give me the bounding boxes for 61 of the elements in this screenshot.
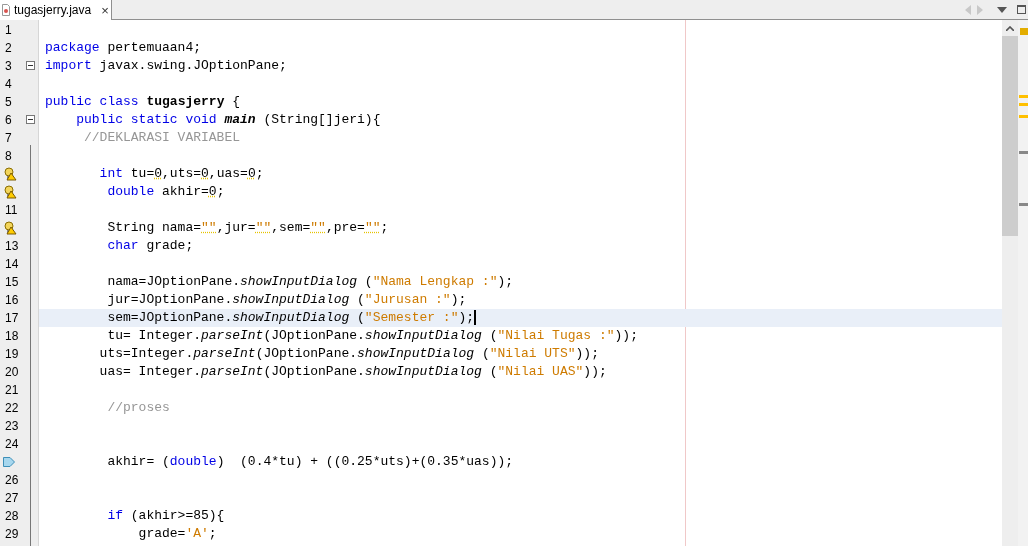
line-number: 3	[5, 58, 12, 75]
code-line: tu= Integer.parseInt(JOptionPane.showInputDialog ("Nilai Tugas :"));	[107, 327, 638, 345]
fold-icon[interactable]	[26, 61, 35, 70]
code-line: uts=Integer.parseInt(JOptionPane.showInputDialog ("Nilai UTS"));	[99, 345, 599, 363]
file-icon	[2, 4, 10, 16]
code-line: nama=JOptionPane.showInputDialog ("Nama Lengkap :");	[107, 273, 514, 291]
warning-bulb-icon[interactable]	[3, 185, 17, 199]
code-line: uas= Integer.parseInt(JOptionPane.showInputDialog ("Nilai UAS"));	[99, 363, 607, 381]
line-number: 28	[5, 508, 19, 525]
line-number: 21	[5, 382, 19, 399]
editor-tab[interactable]: tugasjerry.java ×	[0, 0, 112, 20]
line-number: 7	[5, 130, 12, 147]
line-number: 2	[5, 40, 12, 57]
close-icon[interactable]: ×	[101, 3, 109, 17]
code-line: sem=JOptionPane.showInputDialog ("Semester :");	[107, 309, 477, 327]
code-line: public static void main (String[]jeri){	[76, 111, 381, 129]
code-line: package pertemuaan4;	[45, 39, 202, 57]
code-line: //proses	[107, 399, 170, 417]
code-line: char grade;	[107, 237, 194, 255]
code-line: import javax.swing.JOptionPane;	[45, 57, 287, 75]
scrollbar-thumb[interactable]	[1002, 36, 1018, 236]
window-icon[interactable]	[1017, 5, 1026, 14]
line-number: 6	[5, 112, 12, 129]
line-number: 13	[5, 238, 19, 255]
warning-bulb-icon[interactable]	[3, 167, 17, 181]
code-line: public class tugasjerry {	[45, 93, 241, 111]
line-number: 14	[5, 256, 19, 273]
code-line: double akhir=0;	[107, 183, 225, 201]
line-number: 4	[5, 76, 12, 93]
line-number: 24	[5, 436, 19, 453]
annotation-arrow-icon[interactable]	[3, 457, 15, 467]
line-number: 15	[5, 274, 19, 291]
code-line: int tu=0,uts=0,uas=0;	[99, 165, 264, 183]
code-line: jur=JOptionPane.showInputDialog ("Jurusan :");	[107, 291, 467, 309]
scroll-up-icon[interactable]	[1006, 25, 1014, 31]
line-number: 18	[5, 328, 19, 345]
code-line: if (akhir>=85){	[107, 507, 225, 525]
code-line: akhir= (double) (0.4*tu) + ((0.25*uts)+(0.35*uas));	[107, 453, 514, 471]
line-number: 1	[5, 22, 12, 39]
line-number: 17	[5, 310, 19, 327]
caret-marker[interactable]	[1019, 151, 1028, 154]
dropdown-icon[interactable]	[997, 6, 1007, 13]
line-number: 23	[5, 418, 19, 435]
tab-label: tugasjerry.java	[14, 2, 92, 19]
line-number: 20	[5, 364, 19, 381]
line-number: 11	[5, 202, 18, 219]
code-line: grade='A';	[138, 525, 217, 543]
warning-bulb-icon[interactable]	[3, 221, 17, 235]
line-number: 5	[5, 94, 12, 111]
line-number: 8	[5, 148, 12, 165]
line-number: 27	[5, 490, 19, 507]
line-number: 29	[5, 526, 19, 543]
line-number: 22	[5, 400, 19, 417]
code-line: //DEKLARASI VARIABEL	[84, 129, 241, 147]
status-marker	[1020, 28, 1028, 35]
fold-icon[interactable]	[26, 115, 35, 124]
code-line: String nama="",jur="",sem="",pre="";	[107, 219, 389, 237]
line-number: 19	[5, 346, 19, 363]
text-cursor	[474, 310, 477, 326]
line-number: 16	[5, 292, 19, 309]
line-number: 26	[5, 472, 19, 489]
